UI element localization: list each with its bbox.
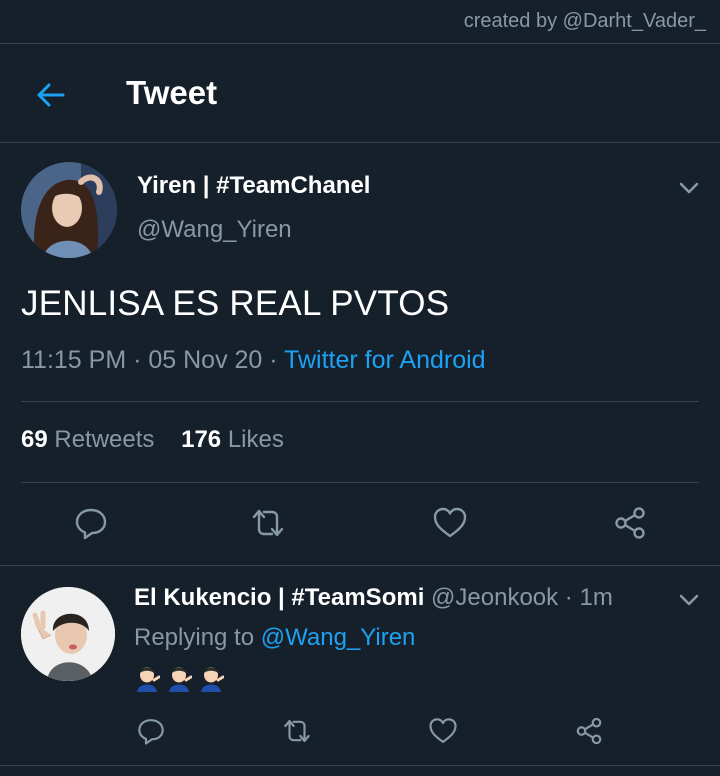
likes-label: Likes [227, 426, 284, 453]
page-title: Tweet [126, 74, 218, 111]
person-tipping-hand-emoji [169, 667, 192, 692]
tweet-text: JENLISA ES REAL PVTOS [21, 284, 450, 323]
reply-menu-button[interactable] [676, 587, 702, 613]
avatar-image [21, 162, 117, 258]
credit-watermark: created by @Darht_Vader_ [463, 10, 706, 32]
retweets-count: 69 [21, 426, 48, 453]
replying-to: Replying to @Wang_Yiren [134, 624, 415, 652]
likes-count: 176 [181, 426, 222, 453]
retweet-icon [284, 719, 310, 743]
retweet-button[interactable] [250, 505, 286, 541]
header-divider [0, 142, 720, 143]
reply-retweet-button[interactable] [282, 716, 312, 746]
share-button[interactable] [612, 505, 648, 541]
divider [0, 765, 720, 766]
chevron-down-icon [679, 594, 699, 606]
avatar[interactable] [21, 162, 117, 258]
replying-prefix: Replying to [134, 624, 261, 651]
reply-icon [75, 508, 107, 540]
retweets-label: Retweets [54, 426, 155, 453]
divider [0, 43, 720, 44]
likes-stat[interactable]: 176 Likes [181, 426, 284, 453]
replying-to-link[interactable]: @Wang_Yiren [261, 624, 416, 651]
like-button[interactable] [432, 505, 468, 541]
person-tipping-hand-emoji [137, 667, 160, 692]
reply-icon [138, 719, 164, 745]
person-tipping-hand-emoji [201, 667, 224, 692]
like-icon [429, 718, 457, 743]
reply-handle[interactable]: @Jeonkook [431, 584, 558, 611]
retweets-stat[interactable]: 69 Retweets [21, 426, 154, 453]
back-button[interactable] [34, 79, 66, 111]
share-icon [615, 507, 645, 539]
tweet-source-link[interactable]: Twitter for Android [284, 346, 485, 374]
chevron-down-icon [679, 182, 699, 194]
tweet-stats: 69 Retweets 176 Likes [21, 426, 284, 454]
divider [21, 482, 699, 483]
reply-time: · 1m [558, 584, 613, 611]
reply-avatar[interactable] [21, 587, 115, 681]
reply-display-name[interactable]: El Kukencio | #TeamSomi [134, 584, 424, 611]
reply-button[interactable] [73, 505, 109, 541]
tweet-metadata: 11:15 PM · 05 Nov 20 · Twitter for Andro… [21, 346, 486, 375]
section-divider [0, 565, 720, 566]
user-handle[interactable]: @Wang_Yiren [137, 216, 292, 244]
divider [21, 401, 699, 402]
share-icon [576, 717, 602, 745]
tweet-menu-button[interactable] [676, 175, 702, 201]
reply-header: El Kukencio | #TeamSomi @Jeonkook · 1m [134, 584, 613, 612]
back-arrow-icon [37, 83, 65, 107]
tweet-timestamp: 11:15 PM · 05 Nov 20 · [21, 346, 285, 374]
reply-avatar-image [21, 587, 115, 681]
display-name[interactable]: Yiren | #TeamChanel [137, 172, 370, 200]
reply-reply-button[interactable] [136, 716, 166, 746]
like-icon [433, 507, 467, 538]
reply-text [134, 664, 224, 692]
retweet-icon [252, 509, 284, 537]
reply-like-button[interactable] [428, 716, 458, 746]
reply-share-button[interactable] [574, 716, 604, 746]
